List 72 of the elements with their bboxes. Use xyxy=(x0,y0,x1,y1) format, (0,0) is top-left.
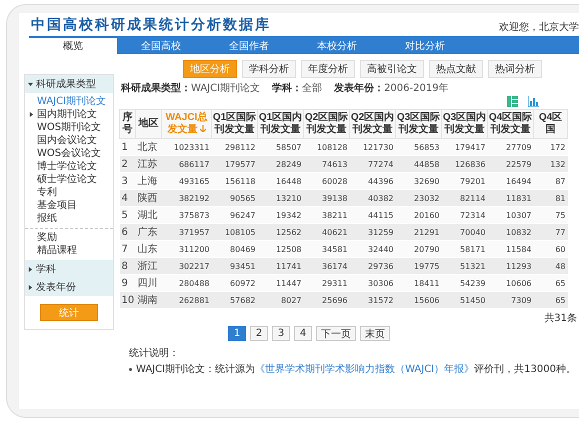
table-cell: 65 xyxy=(534,292,568,308)
caret-right-icon xyxy=(29,112,34,117)
sidebar-item[interactable]: 奖励 xyxy=(37,231,113,244)
table-cell: 57682 xyxy=(212,292,258,308)
sidebar-item[interactable]: WOS期刊论文 xyxy=(37,121,113,134)
notes-title: 统计说明： xyxy=(129,346,180,360)
filter-label: 发表年份： xyxy=(334,83,384,94)
sidebar-item[interactable]: 硕士学位论文 xyxy=(37,173,113,186)
sidebar-item[interactable]: 博士学位论文 xyxy=(37,160,113,173)
sidebar-item[interactable]: 报纸 xyxy=(37,212,113,225)
analysis-tab[interactable]: 高被引论文 xyxy=(360,60,424,78)
table-cell: 15606 xyxy=(396,292,442,308)
sidebar-item[interactable]: 基金项目 xyxy=(37,199,113,212)
table-cell: 10 xyxy=(120,292,136,308)
nav-tab[interactable]: 全国作者 xyxy=(205,38,293,54)
nav-tab[interactable]: 全国高校 xyxy=(117,38,205,54)
caret-down-icon xyxy=(28,82,33,86)
page-button[interactable]: 3 xyxy=(272,326,290,341)
welcome-text: 欢迎您，北京大学 xyxy=(499,20,579,34)
site-title: 中国高校科研成果统计分析数据库 xyxy=(31,16,271,34)
nav-tab[interactable]: 对比分析 xyxy=(381,38,469,54)
sidebar-item[interactable]: WAJCI期刊论文 xyxy=(37,95,113,108)
caret-right-icon xyxy=(28,266,33,272)
page-button[interactable]: 2 xyxy=(250,326,268,341)
column-header[interactable]: 序号 xyxy=(120,110,136,138)
table-cell: 262881 xyxy=(162,292,212,308)
filter-value: 全部 xyxy=(302,83,322,94)
analysis-tab[interactable]: 年度分析 xyxy=(301,60,355,78)
nav-tab[interactable]: 概览 xyxy=(29,38,117,54)
column-header[interactable]: Q1区国内刊发文量 xyxy=(258,110,304,138)
sidebar-item[interactable]: 国内会议论文 xyxy=(37,134,113,147)
column-header[interactable]: Q4区国际刊发文量 xyxy=(488,110,534,138)
table-cell: 湖南 xyxy=(136,292,162,308)
page-button[interactable]: 末页 xyxy=(360,326,390,341)
table-cell: 31572 xyxy=(350,292,396,308)
sidebar-section[interactable]: 发表年份 xyxy=(25,278,113,296)
sidebar-section[interactable]: 学科 xyxy=(25,260,113,278)
table-cell: 8027 xyxy=(258,292,304,308)
analysis-tab[interactable]: 热词分析 xyxy=(488,60,542,78)
column-header[interactable]: Q2区国际刊发文量 xyxy=(304,110,350,138)
filter-label: 学科： xyxy=(272,83,302,94)
page-button[interactable]: 4 xyxy=(294,326,312,341)
sidebar-item[interactable]: 精品课程 xyxy=(37,244,113,257)
column-header[interactable]: 地区 xyxy=(136,110,162,138)
sidebar-item[interactable]: WOS会议论文 xyxy=(37,147,113,160)
filter-label: 科研成果类型： xyxy=(121,83,191,94)
nav-tab[interactable]: 本校分析 xyxy=(293,38,381,54)
bullet-icon xyxy=(129,368,132,370)
filter-value: WAJCI期刊论文 xyxy=(191,83,260,94)
column-header[interactable]: Q2区国内刊发文量 xyxy=(350,110,396,138)
table-cell: 25696 xyxy=(304,292,350,308)
sort-down-icon xyxy=(200,125,206,132)
column-header[interactable]: Q4区国 xyxy=(534,110,568,138)
column-header[interactable]: Q1区国际刊发文量 xyxy=(212,110,258,138)
analysis-tab[interactable]: 学科分析 xyxy=(242,60,296,78)
total-count: 共31条 xyxy=(544,313,577,324)
column-header[interactable]: Q3区国际刊发文量 xyxy=(396,110,442,138)
filter-value: 2006-2019年 xyxy=(384,83,449,94)
table-cell: 7309 xyxy=(488,292,534,308)
caret-right-icon xyxy=(28,284,33,290)
note-text: WAJCI期刊论文：统计源为《世界学术期刊学术影响力指数（WAJCI）年报》评价刊，共13000种。 xyxy=(136,362,576,376)
analysis-tab[interactable]: 热点文献 xyxy=(429,60,483,78)
sidebar-item[interactable]: 国内期刊论文 xyxy=(37,108,113,121)
bar-chart-icon[interactable] xyxy=(528,96,539,107)
table-view-icon[interactable] xyxy=(507,96,518,107)
sidebar-item[interactable]: 专利 xyxy=(37,186,113,199)
page-button[interactable]: 1 xyxy=(228,326,246,341)
column-header[interactable]: Q3区国内刊发文量 xyxy=(442,110,488,138)
sidebar-section[interactable]: 科研成果类型 xyxy=(25,75,113,93)
page-button[interactable]: 下一页 xyxy=(316,326,356,341)
table-cell: 51450 xyxy=(442,292,488,308)
report-link[interactable]: 《世界学术期刊学术影响力指数（WAJCI）年报》 xyxy=(255,364,474,375)
